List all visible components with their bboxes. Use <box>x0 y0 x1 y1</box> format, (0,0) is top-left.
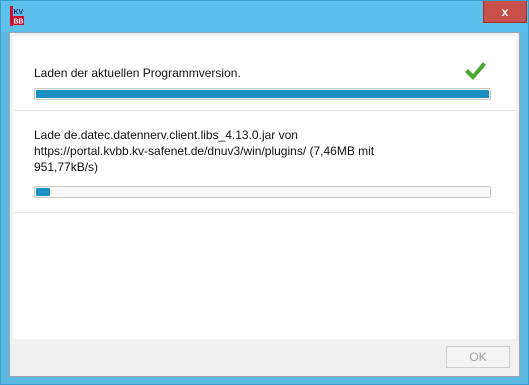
step2-progress-fill <box>36 188 50 196</box>
title-bar[interactable]: KV BB x <box>1 1 528 32</box>
step2-progress-bar <box>34 186 491 198</box>
step1-progress-bar <box>34 88 491 100</box>
dialog-client-area: Laden der aktuellen Programmversion. Lad… <box>9 32 520 377</box>
logo-text-top: KV <box>14 9 24 16</box>
step2-label: Lade de.datec.datennerv.client.libs_4.13… <box>34 128 375 174</box>
app-window: KV BB x Laden der aktuellen Programmvers… <box>0 0 529 385</box>
close-button[interactable]: x <box>483 1 527 23</box>
content-panel: Laden der aktuellen Programmversion. Lad… <box>13 36 516 339</box>
divider <box>13 110 516 111</box>
step1-progress-fill <box>36 90 489 98</box>
divider <box>13 212 516 213</box>
checkmark-icon <box>465 62 486 80</box>
logo-text-bottom: BB <box>14 19 24 26</box>
ok-button[interactable]: OK <box>446 346 510 368</box>
close-icon: x <box>501 4 509 19</box>
kvbb-logo-icon: KV BB <box>10 6 24 26</box>
step1-label: Laden der aktuellen Programmversion. <box>34 66 241 80</box>
